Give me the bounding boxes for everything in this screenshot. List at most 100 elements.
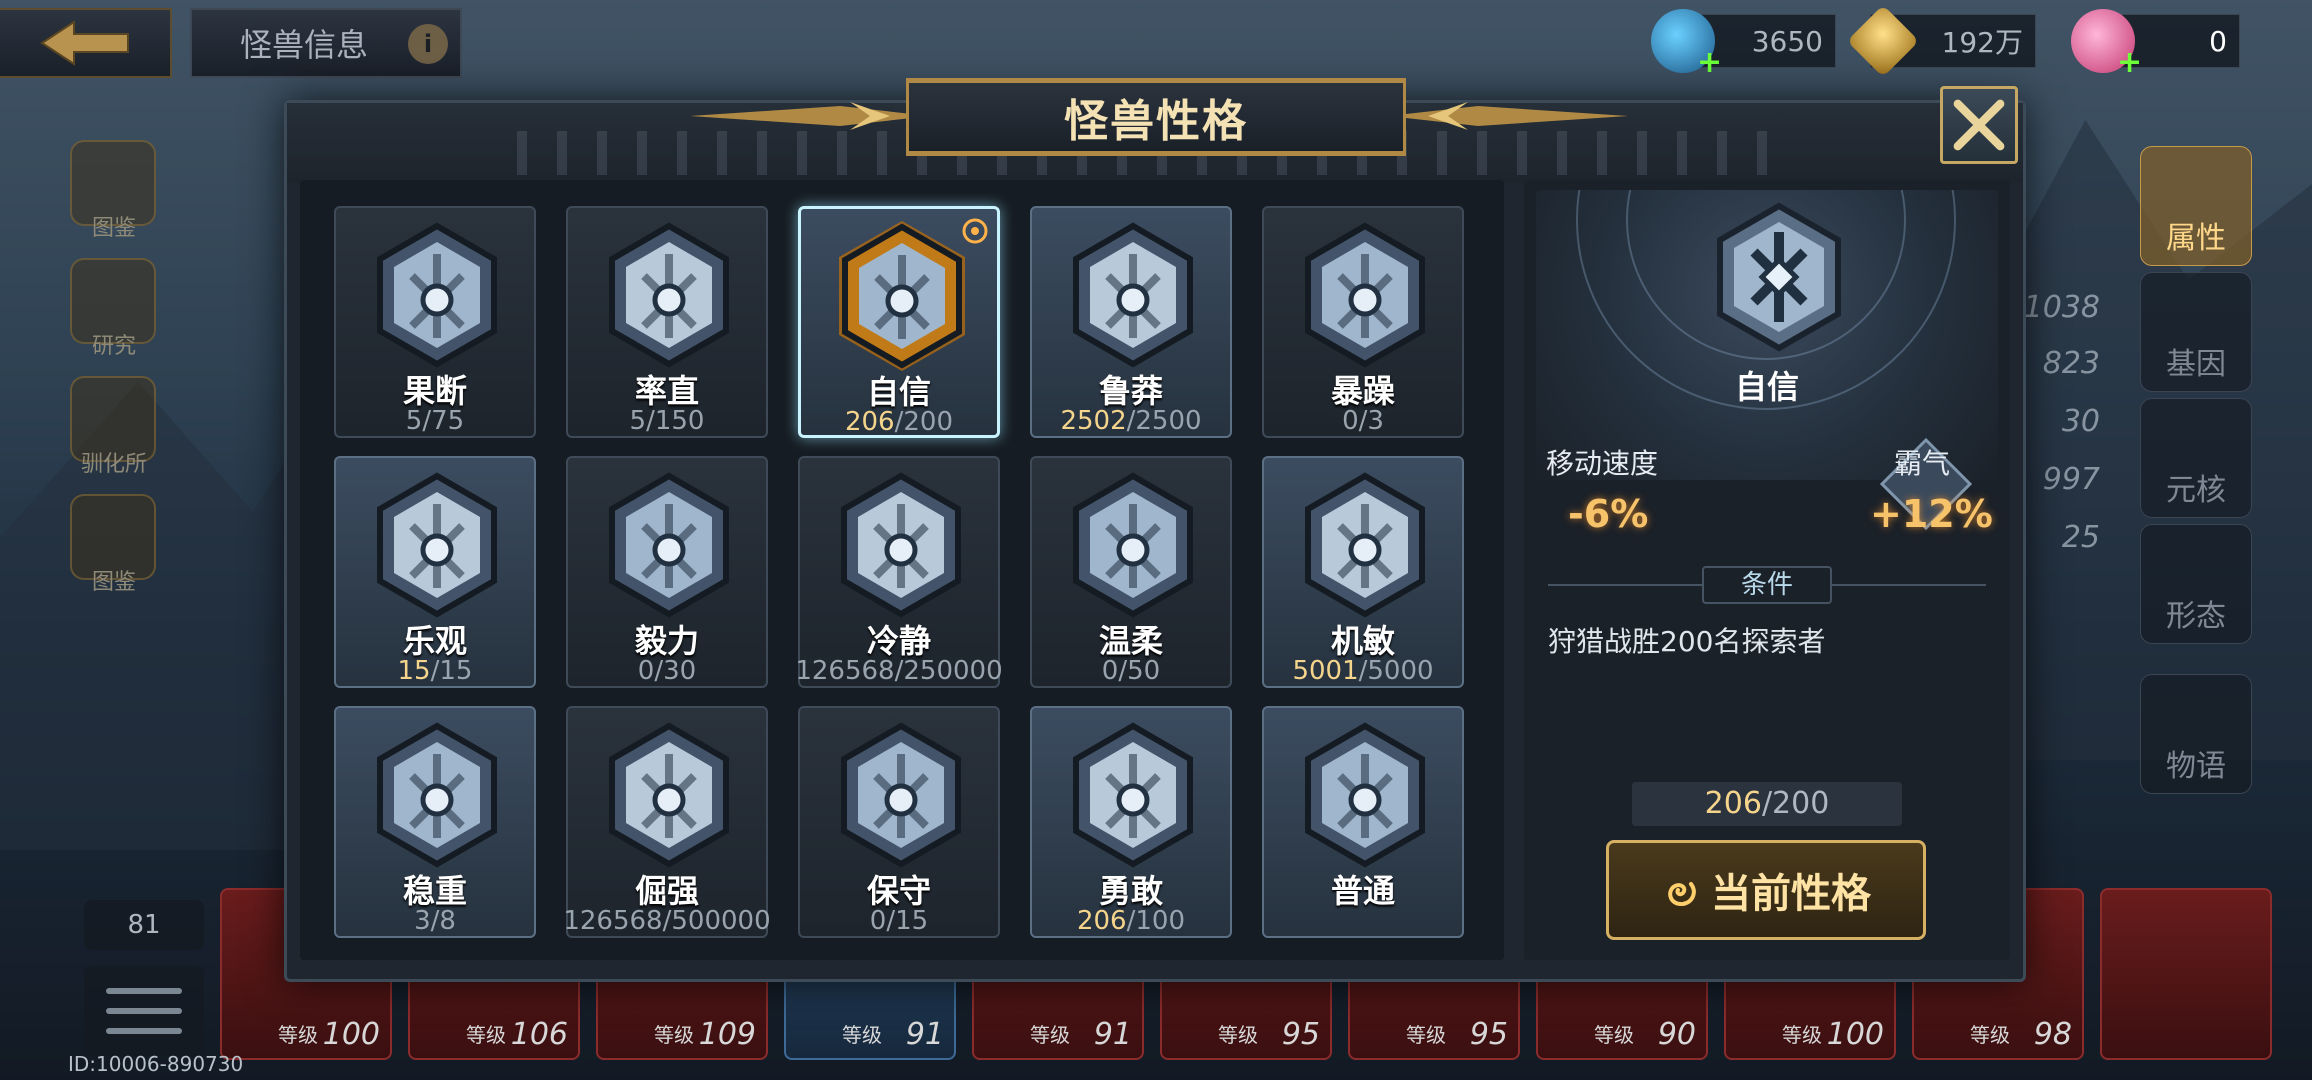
monster-level-label: 等级: [1218, 1023, 1258, 1047]
tab-genes[interactable]: 基因: [2140, 272, 2252, 392]
monster-card[interactable]: [2100, 888, 2272, 1060]
trait-progress-total: 500000: [671, 906, 771, 936]
trait-card[interactable]: 果断 5/75: [334, 206, 536, 438]
trait-card[interactable]: 毅力 0/30: [566, 456, 768, 688]
progress-separator: /: [654, 656, 664, 686]
lotus-emblem-icon: [609, 472, 729, 618]
trait-progress-current: 5: [405, 406, 423, 436]
monster-level-label: 等级: [1030, 1023, 1070, 1047]
resource-gold[interactable]: 192万: [1846, 4, 2036, 78]
drop-swirl-emblem-icon: [609, 222, 729, 368]
trait-card[interactable]: 自信 206/200: [798, 206, 1000, 438]
trait-progress: 126568/250000: [780, 656, 1018, 686]
monster-level: 100: [1826, 1017, 1884, 1052]
swirl-icon: [1668, 882, 1696, 906]
screen-title-plate: 怪兽信息 i: [190, 8, 462, 78]
trait-progress-current: 0: [1101, 656, 1119, 686]
trait-progress: 0/15: [780, 906, 1018, 936]
monster-level-label: 等级: [842, 1023, 882, 1047]
hex-star-emblem-icon: [1305, 472, 1425, 618]
trait-card[interactable]: 倔强 126568/500000: [563, 706, 771, 938]
monster-count: 81: [84, 900, 204, 950]
back-button[interactable]: [0, 8, 172, 78]
trait-progress-current: 5001: [1292, 656, 1359, 686]
charm-value: 0: [2209, 24, 2227, 58]
trait-card[interactable]: 温柔 0/50: [1030, 456, 1232, 688]
trait-progress: 0/30: [548, 656, 786, 686]
trait-progress-current: 0: [869, 906, 887, 936]
spiral-pillar-emblem-icon: [1073, 472, 1193, 618]
trait-card[interactable]: 暴躁 0/3: [1262, 206, 1464, 438]
resource-charm[interactable]: + 0: [2071, 9, 2240, 80]
trait-progress-total: 100: [1135, 906, 1186, 936]
monster-level-label: 等级: [1970, 1023, 2010, 1047]
progress-separator: /: [886, 906, 896, 936]
trait-progress: 15/15: [316, 656, 554, 686]
trait-progress: 5/75: [316, 406, 554, 436]
resource-crystal[interactable]: + 3650: [1651, 9, 1836, 80]
diamond-shield-emblem-icon: [377, 222, 497, 368]
tab-core[interactable]: 元核: [2140, 398, 2252, 518]
trait-progress-total: 15: [439, 656, 473, 686]
gold-value: 192万: [1941, 26, 2023, 59]
trait-progress: 2502/2500: [1012, 406, 1250, 436]
add-charm-icon[interactable]: +: [2117, 45, 2142, 80]
stat-right-value: +12%: [1870, 492, 1993, 536]
monster-level-label: 等级: [1406, 1023, 1446, 1047]
cross-lattice-emblem-icon: [839, 221, 965, 371]
modal-title: 怪兽性格: [1064, 96, 1248, 147]
trait-card[interactable]: 勇敢 206/100: [1030, 706, 1232, 938]
cross-lattice-emblem-icon: [1717, 202, 1841, 352]
trait-card[interactable]: 保守 0/15: [798, 706, 1000, 938]
monster-level-label: 等级: [654, 1023, 694, 1047]
trait-card[interactable]: 冷静 126568/250000: [795, 456, 1003, 688]
list-view-button[interactable]: [84, 966, 204, 1056]
condition-text: 狩猎战胜200名探索者: [1548, 625, 1826, 658]
close-x-icon: [1953, 99, 2005, 151]
side-label: 驯化所: [80, 452, 147, 477]
stat-left-label: 移动速度: [1546, 447, 1659, 480]
tab-label: 元核: [2166, 473, 2226, 508]
detail-progress-current: 206: [1704, 786, 1762, 821]
trait-progress-current: 5: [629, 406, 647, 436]
up-arrow-emblem-icon: [1073, 722, 1193, 868]
trait-card[interactable]: 乐观 15/15: [334, 456, 536, 688]
claw-emblem-icon: [1073, 222, 1193, 368]
tab-story[interactable]: 物语: [2140, 674, 2252, 794]
trait-progress: 5/150: [548, 406, 786, 436]
trait-progress-total: 5000: [1367, 656, 1434, 686]
trait-card[interactable]: 率直 5/150: [566, 206, 768, 438]
screen-title: 怪兽信息: [240, 26, 369, 64]
trait-progress-current: 206: [844, 407, 895, 437]
trait-card[interactable]: 稳重 3/8: [334, 706, 536, 938]
tab-label: 形态: [2166, 599, 2226, 634]
tab-attributes[interactable]: 属性: [2140, 146, 2252, 266]
trait-progress: 0/50: [1012, 656, 1250, 686]
crystal-value: 3650: [1751, 24, 1823, 58]
progress-separator: /: [422, 406, 432, 436]
monster-level-label: 等级: [278, 1023, 318, 1047]
detail-progress-total: 200: [1772, 786, 1830, 821]
monster-level-label: 等级: [466, 1023, 506, 1047]
monster-level: 100: [322, 1017, 380, 1052]
trait-progress-current: 0: [1342, 406, 1359, 436]
burst-star-emblem-icon: [1305, 222, 1425, 368]
trait-progress-total: 2500: [1135, 406, 1202, 436]
monster-level-label: 等级: [1594, 1023, 1634, 1047]
banner-right-ornament: [1388, 102, 1628, 130]
monster-level-label: 等级: [1782, 1023, 1822, 1047]
condition-tag: 条件: [1702, 566, 1832, 604]
add-crystal-icon[interactable]: +: [1697, 45, 1722, 80]
trait-card[interactable]: 鲁莽 2502/2500: [1030, 206, 1232, 438]
tab-form[interactable]: 形态: [2140, 524, 2252, 644]
trait-card[interactable]: 机敏 5001/5000: [1262, 456, 1464, 688]
trait-progress-current: 3: [414, 906, 431, 936]
side-label: 研究: [91, 334, 136, 359]
monster-level: 95: [1281, 1017, 1320, 1052]
current-personality-button[interactable]: 当前性格: [1606, 840, 1926, 940]
side-label: 图鉴: [91, 216, 136, 241]
info-icon[interactable]: i: [408, 24, 448, 64]
trait-card[interactable]: 普通: [1262, 706, 1464, 938]
close-button[interactable]: [1940, 86, 2018, 164]
trait-progress: 3/8: [316, 906, 554, 936]
